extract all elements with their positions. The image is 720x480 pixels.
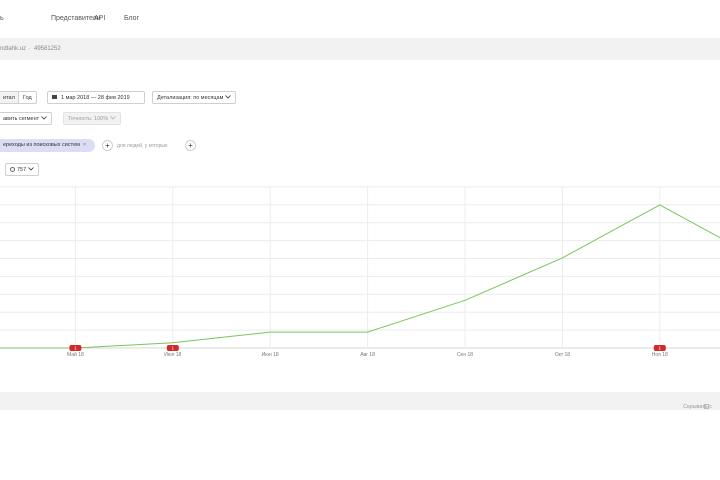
x-tick-label: Июн 18: [262, 352, 279, 358]
globe-icon: [10, 167, 15, 172]
add-segment-label: авить сегмент: [3, 116, 40, 122]
top-nav: ь Представители API Блог: [0, 0, 720, 38]
filter-chip-label: ереходы из поисковых систем: [3, 142, 80, 148]
nav-item-0[interactable]: ь: [0, 15, 4, 22]
nav-item-api[interactable]: API: [94, 15, 105, 22]
breadcrumb-counter-id: 49581252: [34, 46, 61, 52]
accuracy-label: Точность: 100%: [68, 116, 109, 122]
add-condition-button[interactable]: +: [185, 140, 196, 151]
x-tick-label: Май 18: [67, 351, 84, 358]
breadcrumb-separator: ·: [28, 46, 30, 52]
add-segment-button[interactable]: авить сегмент: [0, 112, 52, 125]
visits-select-value: 757: [17, 167, 27, 173]
period-button-year[interactable]: Год: [18, 91, 37, 104]
calendar-icon: [52, 95, 57, 99]
detail-label: Детализация: по месяцам: [157, 95, 224, 101]
visits-select[interactable]: 757: [5, 163, 39, 176]
add-condition-note: для людей, у которых: [117, 143, 168, 149]
x-tick-label: Июл 18: [164, 352, 181, 358]
x-tick-label: Ноя 18: [652, 352, 668, 358]
x-tick-label: Сен 18: [457, 352, 473, 358]
footer-bar: Скрывать с: [0, 392, 720, 410]
add-filter-button[interactable]: +: [102, 140, 113, 151]
date-range-button[interactable]: 1 мар 2018 — 28 фев 2019: [47, 91, 145, 104]
visits-chart: Май 18 Июл 18 Июн 18 Авг 18 Сен 18 Окт 18 Ноя …: [0, 186, 720, 366]
chevron-down-icon: [109, 116, 116, 120]
x-tick-label: Авг 18: [360, 352, 375, 358]
breadcrumb-site[interactable]: ndtahk.uz: [0, 46, 26, 52]
breadcrumb: ndtahk.uz · 49581252: [0, 38, 720, 60]
line-chart: Май 18 Июл 18 Июн 18 Авг 18 Сен 18 Окт 18 Ноя …: [0, 186, 720, 358]
chevron-down-icon: [27, 167, 34, 171]
filter-chip[interactable]: ереходы из поисковых систем ×: [0, 139, 95, 152]
accuracy-dropdown[interactable]: Точность: 100%: [63, 112, 121, 125]
period-button-quarter[interactable]: итал: [0, 91, 20, 104]
chevron-down-icon: [40, 116, 47, 120]
close-icon[interactable]: ×: [83, 142, 86, 148]
date-range-label: 1 мар 2018 — 28 фев 2019: [61, 95, 130, 101]
hide-label: Скрывать с: [683, 404, 712, 410]
x-tick-label: Окт 18: [555, 352, 571, 358]
detail-dropdown[interactable]: Детализация: по месяцам: [152, 91, 236, 104]
plus-icon: +: [188, 141, 193, 150]
chevron-down-icon: [225, 95, 231, 99]
nav-item-blog[interactable]: Блог: [124, 15, 139, 22]
plus-icon: +: [105, 141, 110, 150]
